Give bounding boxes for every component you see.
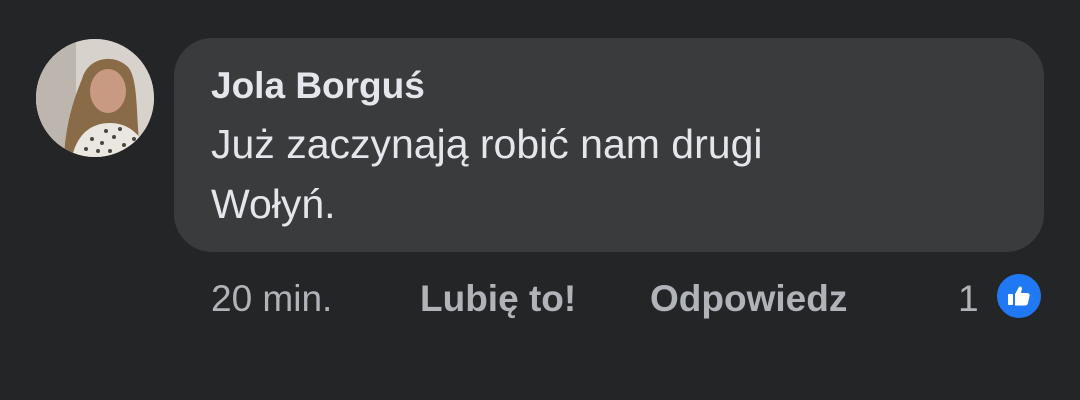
comment-text: Już zaczynają robić nam drugi Wołyń. xyxy=(211,121,763,227)
like-button[interactable]: Lubię to! xyxy=(420,274,576,324)
reaction-count[interactable]: 1 xyxy=(958,274,979,324)
comment-actions: 20 min. Lubię to! Odpowiedz 1 xyxy=(211,274,1080,324)
comment-author[interactable]: Jola Borguś xyxy=(211,64,1008,108)
thumbs-up-icon xyxy=(1008,286,1030,306)
avatar[interactable] xyxy=(36,39,154,157)
comment-bubble: Jola Borguś Już zaczynają robić nam drug… xyxy=(174,38,1044,252)
profile-photo-icon xyxy=(36,39,154,157)
like-reaction-badge[interactable] xyxy=(995,272,1043,320)
reply-button[interactable]: Odpowiedz xyxy=(650,274,847,324)
comment-timestamp[interactable]: 20 min. xyxy=(211,274,332,324)
